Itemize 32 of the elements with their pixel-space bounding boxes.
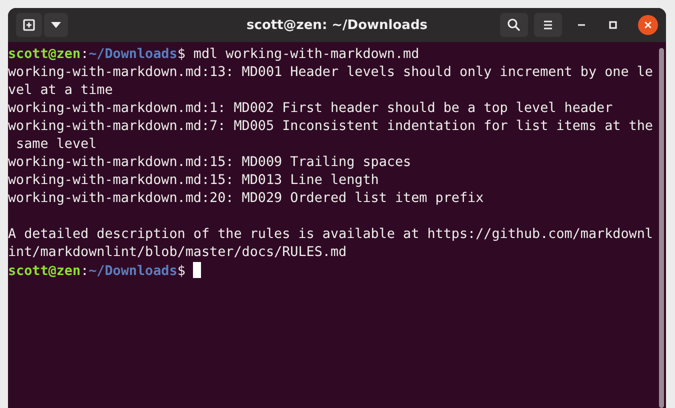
output-line: A detailed description of the rules is available at https://github.com/markdownl xyxy=(8,226,653,244)
output-line: working-with-markdown.md:20: MD029 Ordered list item prefix xyxy=(8,190,485,208)
prompt-path: ~/Downloads xyxy=(88,264,178,279)
output-line: working-with-markdown.md:15: MD009 Trailing spaces xyxy=(8,154,412,172)
menu-button[interactable] xyxy=(534,13,562,37)
output-line: working-with-markdown.md:1: MD002 First header should be a top level header xyxy=(8,100,614,118)
search-icon xyxy=(507,18,521,32)
prompt-separator: : xyxy=(80,47,89,62)
scrollbar[interactable] xyxy=(659,48,664,408)
maximize-icon xyxy=(609,21,617,29)
prompt-command: $ xyxy=(177,264,186,279)
tab-menu-button[interactable] xyxy=(44,13,68,37)
prompt-user: scott@zen xyxy=(8,264,81,279)
menu-icon xyxy=(541,18,555,32)
prompt-user: scott@zen xyxy=(8,47,81,62)
output-line: working-with-markdown.md:15: MD013 Line length xyxy=(8,172,380,190)
close-icon xyxy=(643,20,653,30)
window-title: scott@zen: ~/Downloads xyxy=(246,18,428,32)
minimize-icon xyxy=(578,24,584,26)
new-tab-button[interactable] xyxy=(16,13,42,37)
output-line: working-with-markdown.md:7: MD005 Inconsistent indentation for list items at the xyxy=(8,118,653,136)
output-line: working-with-markdown.md:13: MD001 Header levels should only increment by one le xyxy=(8,64,653,82)
output-line: same level xyxy=(15,136,98,154)
caret-icon xyxy=(51,22,61,28)
prompt-path: ~/Downloads xyxy=(88,47,178,62)
prompt-command: $ mdl working-with-markdown.md xyxy=(177,47,420,62)
output-line: vel at a time xyxy=(8,82,114,100)
close-button[interactable] xyxy=(638,15,658,35)
prompt-separator: : xyxy=(80,264,89,279)
plus-square-icon xyxy=(22,18,36,32)
search-button[interactable] xyxy=(500,13,528,37)
output-line: int/markdownlint/blob/master/docs/RULES.md xyxy=(8,244,348,262)
